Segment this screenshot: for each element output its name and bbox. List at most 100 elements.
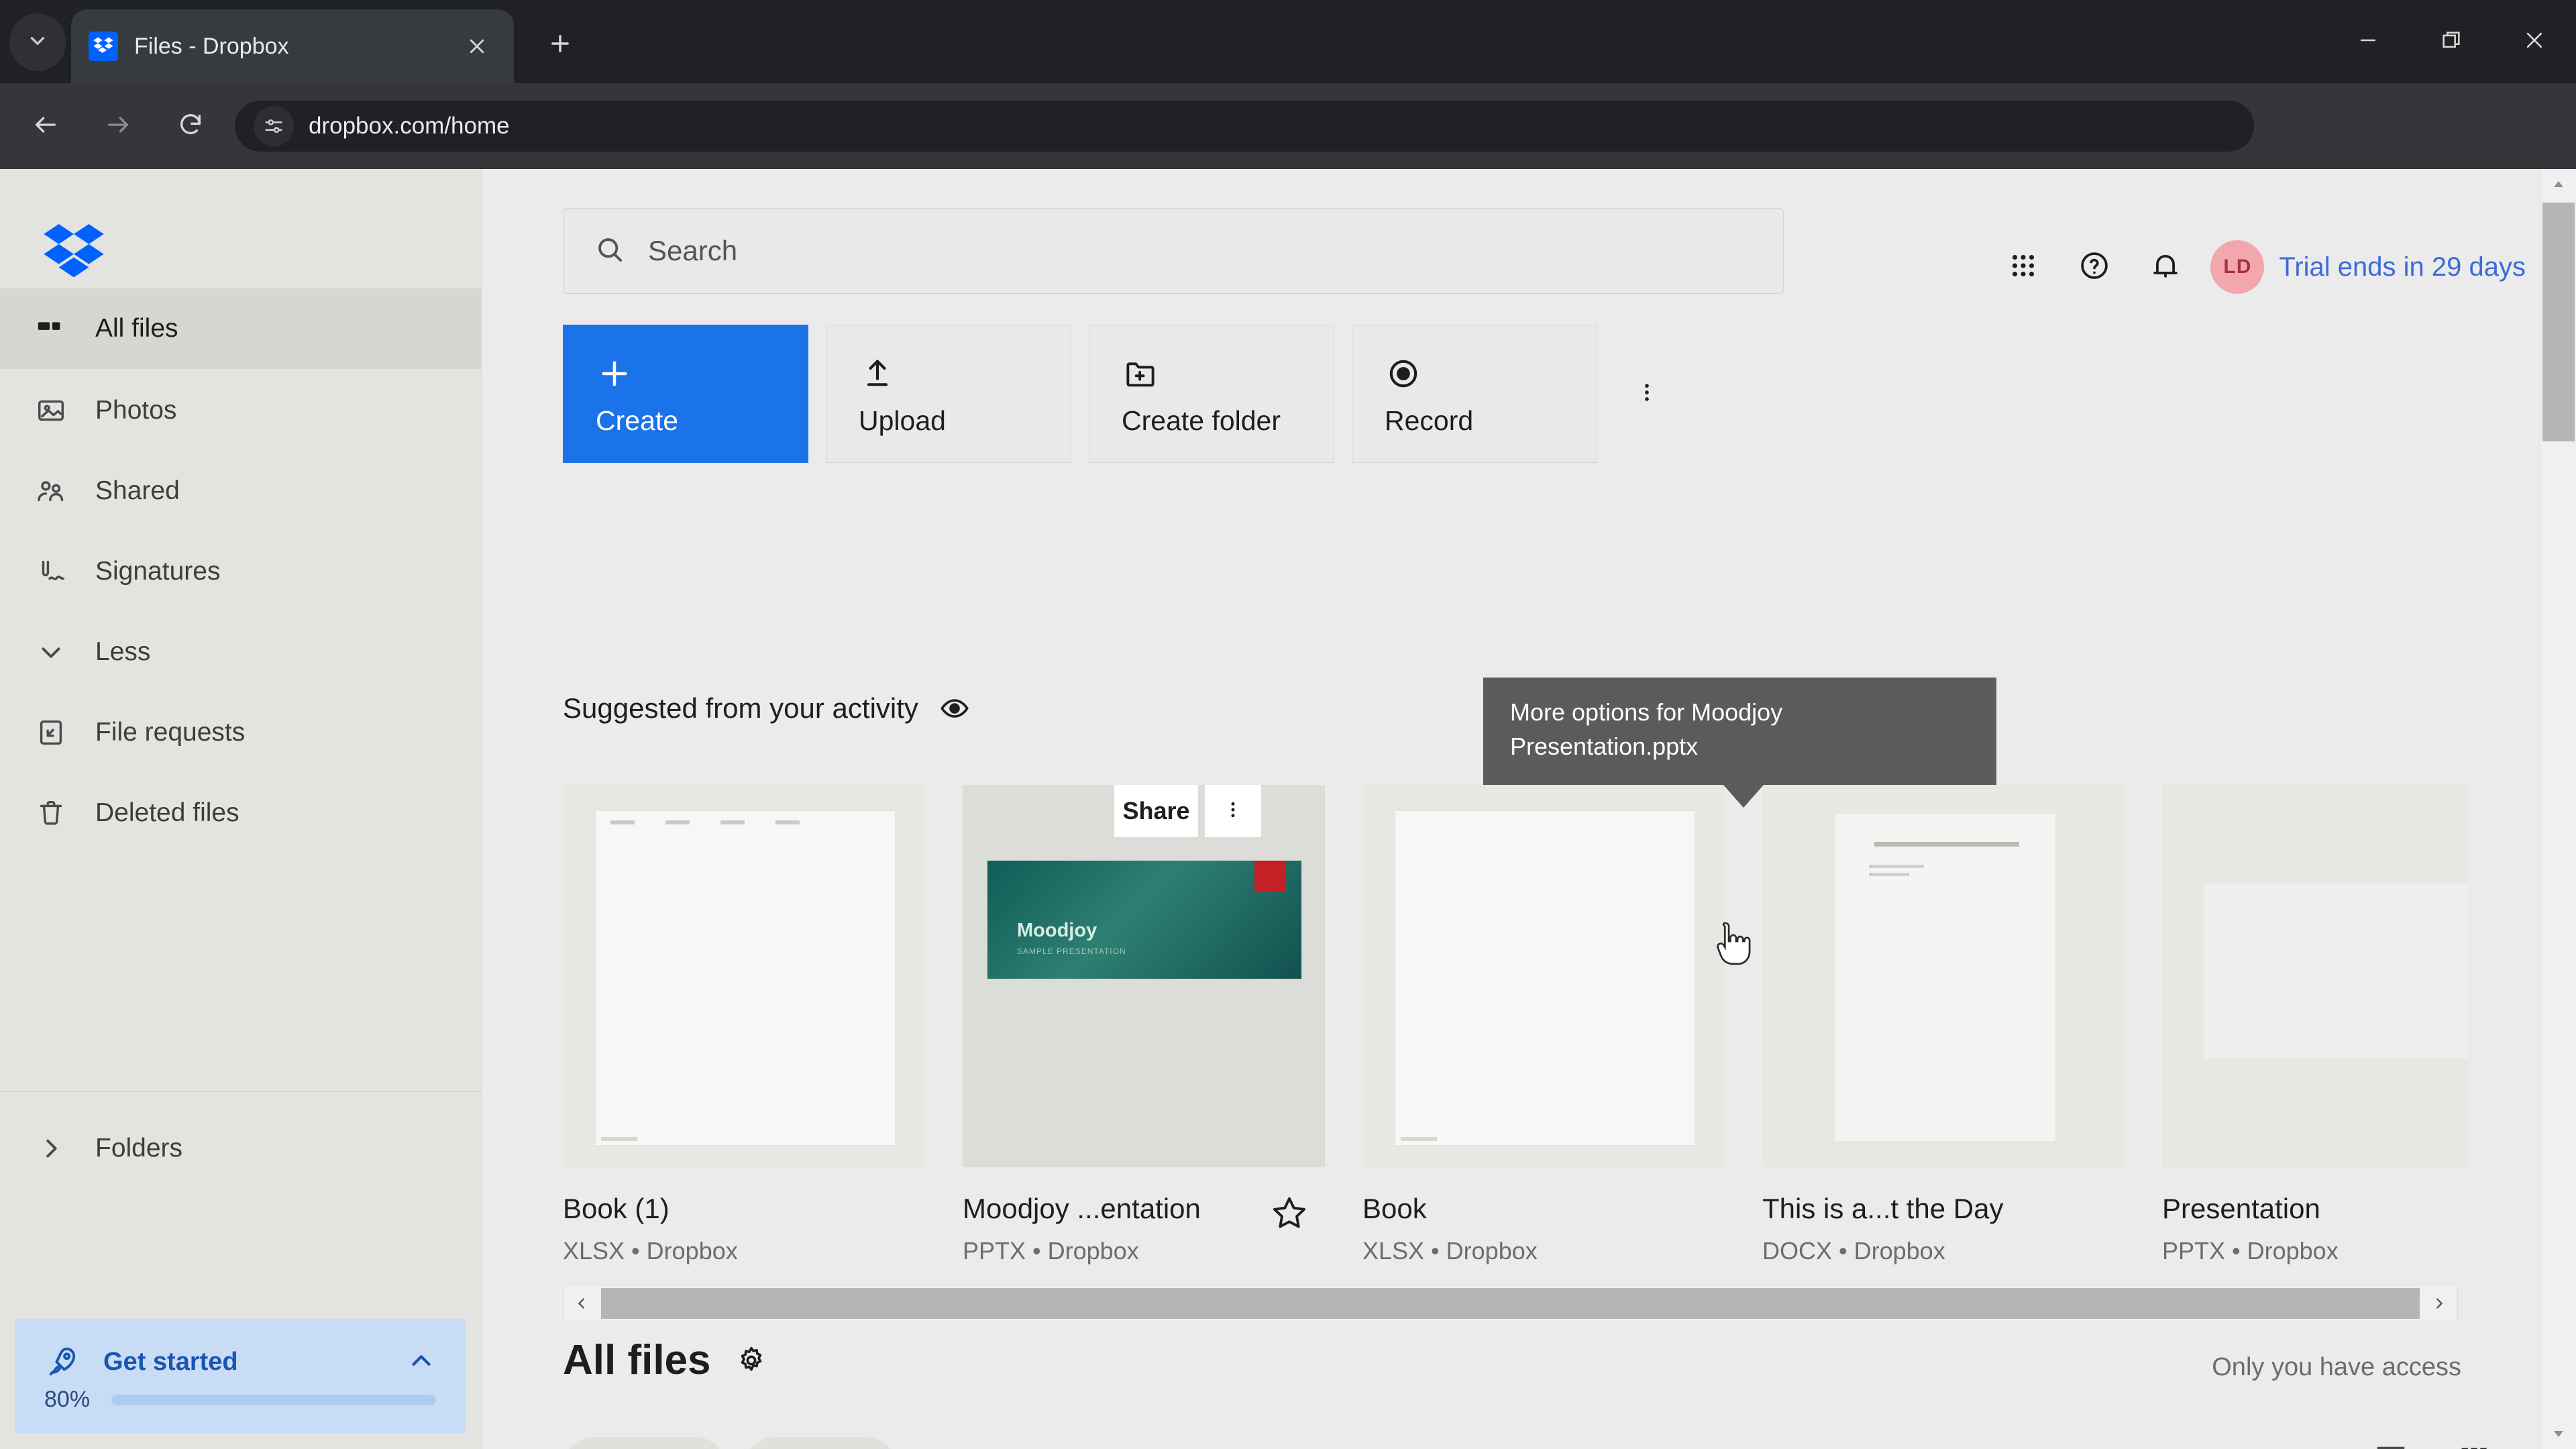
file-card-moodjoy[interactable]: Moodjoy SAMPLE PRESENTATION Share Moodjo… — [963, 785, 1325, 1265]
upload-button[interactable]: Upload — [826, 325, 1071, 463]
kebab-menu-icon — [1635, 381, 1658, 407]
window-controls — [2326, 0, 2576, 83]
file-meta: XLSX • Dropbox — [1362, 1237, 1538, 1265]
info-eye-icon[interactable] — [937, 691, 972, 726]
back-button[interactable] — [17, 98, 74, 154]
header-actions: LD Trial ends in 29 days — [1988, 233, 2543, 301]
get-started-label: Get started — [103, 1347, 238, 1376]
gear-icon[interactable] — [731, 1340, 771, 1381]
browser-tab[interactable]: Files - Dropbox — [71, 9, 514, 83]
close-button[interactable] — [2493, 0, 2576, 83]
scrollbar-thumb[interactable] — [601, 1288, 2420, 1319]
large-preview-view-icon[interactable] — [2371, 1441, 2410, 1449]
help-button[interactable] — [2059, 233, 2130, 301]
tooltip-line-1: More options for Moodjoy — [1510, 698, 1783, 726]
reload-icon — [177, 111, 204, 142]
get-started-percent: 80% — [44, 1387, 91, 1412]
notifications-button[interactable] — [2130, 233, 2201, 301]
page-title: All files — [563, 1337, 711, 1383]
all-files-icon — [35, 313, 67, 345]
mouse-cursor — [1717, 922, 1751, 965]
upload-button-label: Upload — [859, 405, 946, 436]
file-thumbnail — [1762, 785, 2125, 1167]
access-note: Only you have access — [2212, 1353, 2461, 1381]
sidebar-item-less[interactable]: Less — [0, 612, 482, 692]
suggested-heading: Suggested from your activity — [563, 692, 918, 724]
sidebar-item-label: Photos — [95, 396, 177, 425]
tab-title: Files - Dropbox — [134, 33, 289, 59]
forward-arrow-icon — [105, 111, 131, 142]
vertical-scrollbar[interactable] — [2540, 169, 2576, 1449]
rocket-icon — [44, 1343, 82, 1381]
preview-footer-tab — [1401, 1137, 1437, 1141]
restore-icon — [2440, 29, 2463, 55]
file-card[interactable]: Presentation PPTX • Dropbox — [2162, 785, 2468, 1265]
sidebar-item-photos[interactable]: Photos — [0, 370, 482, 451]
create-folder-button[interactable]: Create folder — [1089, 325, 1334, 463]
maximize-button[interactable] — [2410, 0, 2493, 83]
get-started-collapse-button[interactable] — [404, 1344, 439, 1379]
tab-search-button[interactable] — [9, 13, 66, 71]
scrollbar-thumb[interactable] — [2542, 203, 2575, 441]
moodjoy-slide-subtitle: SAMPLE PRESENTATION — [1017, 947, 1126, 956]
dropbox-logo[interactable] — [43, 224, 105, 279]
filter-pill-group: Recents Starred — [563, 1437, 897, 1449]
all-files-header: All files — [563, 1336, 771, 1384]
browser-toolbar: dropbox.com/home Incognito — [0, 83, 2576, 232]
record-button[interactable]: Record — [1352, 325, 1597, 463]
chevron-down-icon — [26, 30, 49, 56]
trial-status-link[interactable]: Trial ends in 29 days — [2279, 252, 2526, 282]
sidebar-item-shared[interactable]: Shared — [0, 451, 482, 531]
tooltip-line-2: Presentation.pptx — [1510, 733, 1699, 761]
close-icon — [2523, 29, 2546, 55]
apps-grid-button[interactable] — [1988, 233, 2059, 301]
sidebar-item-label: File requests — [95, 718, 246, 747]
sidebar-item-all-files[interactable]: All files — [0, 288, 482, 369]
forward-button[interactable] — [90, 98, 146, 154]
more-actions-button[interactable] — [1615, 325, 1679, 463]
search-input[interactable]: Search — [563, 208, 1784, 294]
filter-pill-recents[interactable]: Recents — [563, 1437, 726, 1449]
star-outline-icon — [1271, 1194, 1307, 1234]
create-button[interactable]: Create — [563, 325, 808, 463]
address-bar[interactable]: dropbox.com/home — [235, 101, 2254, 152]
avatar[interactable]: LD — [2210, 240, 2265, 294]
get-started-panel[interactable]: Get started 80% — [15, 1319, 466, 1433]
new-tab-button[interactable] — [537, 21, 584, 68]
site-settings-icon[interactable] — [254, 106, 294, 146]
sidebar-item-folders[interactable]: Folders — [0, 1108, 482, 1189]
sidebar-item-file-requests[interactable]: File requests — [0, 692, 482, 773]
kebab-menu-icon — [1223, 800, 1243, 823]
file-card[interactable]: This is a...t the Day DOCX • Dropbox — [1762, 785, 2125, 1265]
grid-view-icon[interactable] — [2455, 1441, 2493, 1449]
close-icon[interactable] — [458, 27, 496, 66]
plus-icon — [547, 31, 573, 60]
file-card[interactable]: Book (1) XLSX • Dropbox — [563, 785, 925, 1265]
browser-tab-strip: Files - Dropbox — [0, 0, 2576, 83]
file-meta: XLSX • Dropbox — [563, 1237, 738, 1265]
file-thumbnail: Moodjoy SAMPLE PRESENTATION Share — [963, 785, 1325, 1167]
scroll-down-button[interactable] — [2540, 1418, 2576, 1449]
scroll-up-button[interactable] — [2540, 169, 2576, 200]
file-card[interactable]: Book XLSX • Dropbox — [1362, 785, 1725, 1265]
bell-icon — [2149, 249, 2182, 286]
browser-window: Files - Dropbox dropbox.com/home All fil… — [0, 0, 2576, 1449]
star-toggle-button[interactable] — [1269, 1193, 1310, 1234]
scroll-right-button[interactable] — [2421, 1285, 2457, 1322]
reload-button[interactable] — [162, 98, 219, 154]
share-button[interactable]: Share — [1114, 785, 1198, 837]
filter-pill-starred[interactable]: Starred — [744, 1437, 897, 1449]
create-button-label: Create — [596, 405, 679, 436]
preview-header-row — [610, 820, 800, 824]
more-options-button[interactable] — [1205, 785, 1261, 837]
file-meta: PPTX • Dropbox — [963, 1237, 1139, 1265]
sidebar-item-deleted-files[interactable]: Deleted files — [0, 773, 482, 853]
progress-bar-track — [111, 1394, 436, 1405]
sidebar-item-signatures[interactable]: Signatures — [0, 531, 482, 612]
minimize-button[interactable] — [2326, 0, 2410, 83]
scroll-left-button[interactable] — [564, 1285, 600, 1322]
main-content: Search LD Trial ends in 29 days Create U… — [482, 169, 2548, 1449]
horizontal-scrollbar[interactable] — [563, 1285, 2458, 1322]
create-folder-button-label: Create folder — [1122, 405, 1281, 436]
folder-plus-icon — [1122, 355, 1159, 392]
